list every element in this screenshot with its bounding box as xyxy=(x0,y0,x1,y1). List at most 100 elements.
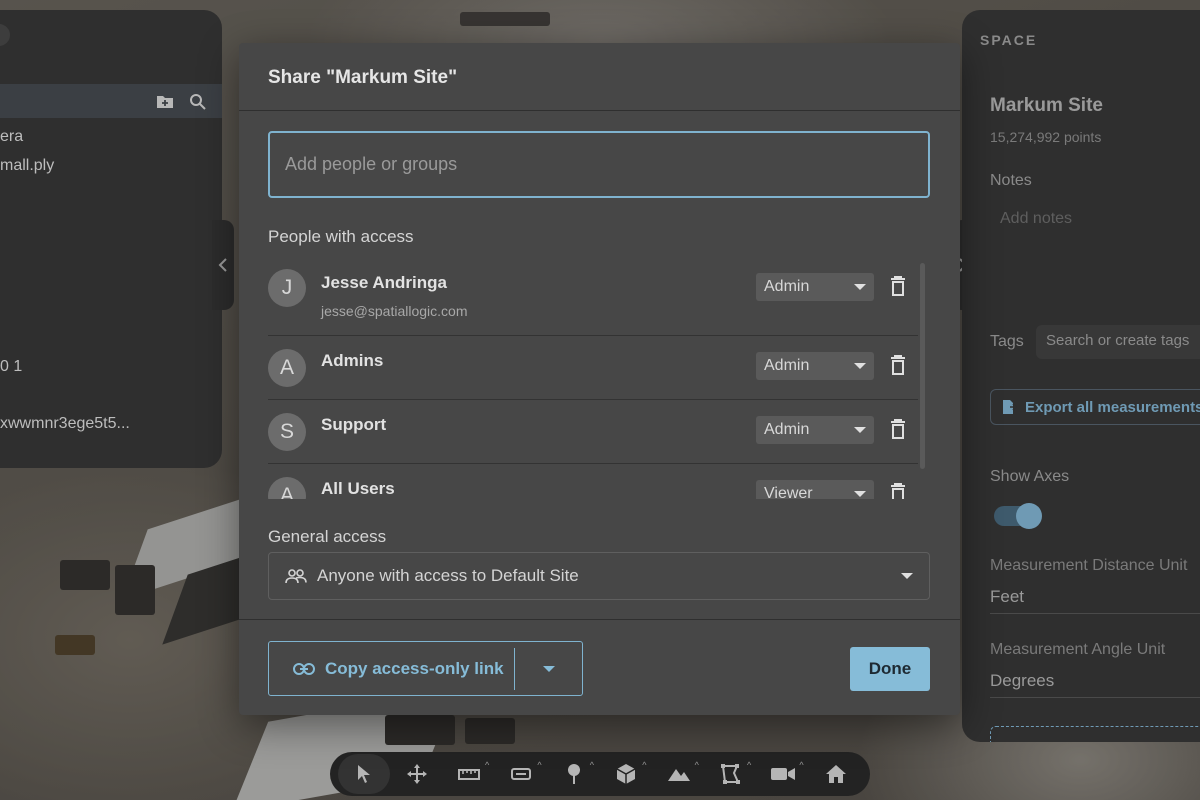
distance-unit-select[interactable]: Feet xyxy=(990,587,1024,607)
dropdown-arrow-icon xyxy=(542,665,555,672)
export-label: Export all measurements xyxy=(1025,398,1200,416)
dropdown-arrow-icon xyxy=(854,491,866,497)
caret-up-icon: ^ xyxy=(694,760,699,770)
polygon-tool-button[interactable]: ^ xyxy=(705,754,757,794)
search-icon[interactable] xyxy=(188,92,206,110)
avatar: A xyxy=(268,477,306,499)
panel-dot xyxy=(0,24,10,46)
person-name: All Users xyxy=(321,479,395,498)
role-select[interactable]: Admin xyxy=(756,352,874,380)
divider xyxy=(990,697,1200,698)
dropdown-arrow-icon xyxy=(854,284,866,290)
dialog-footer: Copy access-only link Done xyxy=(239,619,960,715)
divider xyxy=(990,613,1200,614)
bottom-toolbar: ^ ^ ^ ^ ^ ^ ^ xyxy=(330,752,870,796)
person-email: jesse@spatiallogic.com xyxy=(321,303,468,319)
area-tool-button[interactable]: ^ xyxy=(495,754,547,794)
role-select[interactable]: Viewer xyxy=(756,480,874,499)
delete-icon[interactable] xyxy=(889,418,907,440)
people-list-scrollbar[interactable] xyxy=(920,263,925,469)
pin-tool-button[interactable]: ^ xyxy=(548,754,600,794)
list-item[interactable]: xwwmnr3ege5t5... xyxy=(0,415,130,433)
person-name: Admins xyxy=(321,351,384,370)
chevron-left-icon xyxy=(218,258,227,272)
link-icon xyxy=(293,662,315,675)
home-icon xyxy=(825,765,846,783)
show-axes-toggle[interactable] xyxy=(994,503,1042,529)
delete-icon[interactable] xyxy=(889,354,907,376)
general-access-select[interactable]: Anyone with access to Default Site xyxy=(268,552,930,600)
select-icon xyxy=(358,765,371,783)
drop-zone[interactable] xyxy=(990,726,1200,742)
person-row: A All Users Viewer xyxy=(268,464,918,499)
avatar: J xyxy=(268,269,306,307)
camera-icon xyxy=(771,768,796,780)
copy-link-options-button[interactable] xyxy=(515,665,582,672)
show-axes-label: Show Axes xyxy=(990,468,1070,485)
polygon-icon xyxy=(721,764,741,784)
section-heading: SPACE xyxy=(980,32,1038,48)
done-button[interactable]: Done xyxy=(850,647,930,691)
move-tool-button[interactable] xyxy=(390,754,442,794)
person-row: J Jesse Andringa jesse@spatiallogic.com … xyxy=(268,263,918,336)
caret-up-icon: ^ xyxy=(747,760,752,770)
right-panel: SPACE Markum Site 15,274,992 points Note… xyxy=(962,10,1200,742)
left-panel: era mall.ply 0 1 xwwmnr3ege5t5... xyxy=(0,10,222,468)
role-select[interactable]: Admin xyxy=(756,416,874,444)
role-value: Admin xyxy=(764,278,810,295)
area-icon xyxy=(511,768,532,780)
dialog-header: Share "Markum Site" xyxy=(239,43,960,111)
add-folder-icon[interactable] xyxy=(156,92,174,110)
add-people-input[interactable] xyxy=(268,131,930,198)
export-icon xyxy=(1003,400,1017,414)
avatar: S xyxy=(268,413,306,451)
left-panel-collapse-handle[interactable] xyxy=(212,220,234,310)
people-with-access-label: People with access xyxy=(268,227,414,246)
move-icon xyxy=(406,764,427,784)
share-dialog: Share "Markum Site" People with access J… xyxy=(239,43,960,715)
caret-up-icon: ^ xyxy=(484,760,490,770)
export-measurements-button[interactable]: Export all measurements xyxy=(990,389,1200,425)
dropdown-arrow-icon xyxy=(854,427,866,433)
dialog-title: Share "Markum Site" xyxy=(268,67,458,88)
person-row: S Support Admin xyxy=(268,400,918,464)
tags-input[interactable]: Search or create tags xyxy=(1036,325,1200,359)
select-tool-button[interactable] xyxy=(338,754,391,794)
person-name: Support xyxy=(321,415,387,434)
people-list[interactable]: J Jesse Andringa jesse@spatiallogic.com … xyxy=(268,263,918,499)
notes-input[interactable]: Add notes xyxy=(1000,210,1072,228)
distance-unit-label: Measurement Distance Unit xyxy=(990,557,1188,574)
copy-link-button[interactable]: Copy access-only link xyxy=(269,647,515,690)
role-select[interactable]: Admin xyxy=(756,273,874,301)
pin-icon xyxy=(567,764,580,784)
toggle-knob xyxy=(1016,503,1042,529)
copy-link-split-button: Copy access-only link xyxy=(268,641,583,696)
space-title: Markum Site xyxy=(990,95,1103,116)
person-row: A Admins Admin xyxy=(268,336,918,400)
list-item[interactable]: era xyxy=(0,128,23,146)
delete-icon[interactable] xyxy=(889,482,907,499)
measure-tool-button[interactable]: ^ xyxy=(443,754,495,794)
avatar: A xyxy=(268,349,306,387)
person-name: Jesse Andringa xyxy=(321,273,447,292)
measure-icon xyxy=(458,769,481,780)
delete-icon[interactable] xyxy=(889,275,907,297)
caret-up-icon: ^ xyxy=(799,760,804,770)
camera-tool-button[interactable]: ^ xyxy=(757,754,809,794)
notes-label: Notes xyxy=(990,172,1032,189)
role-value: Admin xyxy=(764,357,810,374)
caret-up-icon: ^ xyxy=(589,760,595,770)
terrain-tool-button[interactable]: ^ xyxy=(652,754,704,794)
dropdown-arrow-icon xyxy=(901,573,913,579)
list-item[interactable]: mall.ply xyxy=(0,157,54,175)
list-item[interactable]: 0 1 xyxy=(0,358,22,376)
box-icon xyxy=(616,764,636,784)
group-icon xyxy=(285,569,307,584)
role-value: Viewer xyxy=(764,485,813,499)
general-access-label: General access xyxy=(268,527,387,546)
angle-unit-label: Measurement Angle Unit xyxy=(990,641,1166,658)
point-count: 15,274,992 points xyxy=(990,129,1102,145)
angle-unit-select[interactable]: Degrees xyxy=(990,671,1054,691)
home-tool-button[interactable] xyxy=(810,754,862,794)
box-tool-button[interactable]: ^ xyxy=(600,754,652,794)
